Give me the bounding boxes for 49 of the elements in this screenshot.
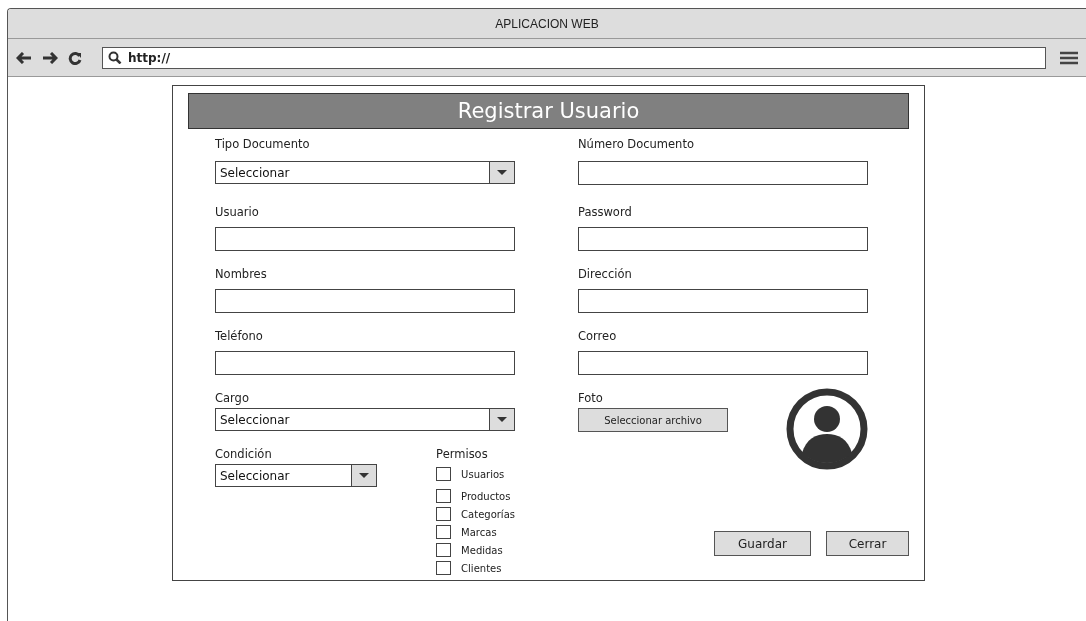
field-label: Dirección	[578, 267, 633, 281]
input-field[interactable]	[215, 351, 515, 375]
field-label: Permisos	[436, 447, 489, 461]
checkbox[interactable]	[436, 561, 452, 575]
dropdown[interactable]: Seleccionar	[215, 161, 515, 184]
dropdown[interactable]: Seleccionar	[215, 464, 378, 487]
back-arrow-icon[interactable]	[16, 51, 32, 64]
action-button[interactable]: Guardar	[714, 531, 811, 556]
checkbox[interactable]	[436, 467, 452, 481]
field-label: Teléfono	[215, 329, 264, 343]
choose-file-button[interactable]: Seleccionar archivo	[578, 408, 728, 432]
field-label: Correo	[578, 329, 618, 343]
menu-icon[interactable]	[1060, 50, 1078, 65]
field-label: Cargo	[215, 391, 250, 405]
field-label: Número Documento	[578, 137, 695, 151]
input-field[interactable]	[578, 351, 868, 375]
search-icon	[108, 51, 122, 64]
caret-icon	[359, 473, 370, 478]
caret-icon	[497, 417, 507, 422]
checkbox-option[interactable]: Usuarios	[436, 464, 515, 484]
caret-icon	[497, 170, 507, 175]
forward-arrow-icon[interactable]	[42, 51, 58, 64]
field-label: Tipo Documento	[215, 137, 311, 151]
input-field[interactable]	[215, 289, 515, 313]
checkbox-option[interactable]: Categorías	[436, 505, 515, 523]
action-button[interactable]: Cerrar	[826, 531, 909, 556]
field-label: Foto	[578, 391, 604, 405]
window-title: APLICACION WEB	[495, 16, 599, 31]
input-field[interactable]	[215, 227, 515, 251]
reload-icon[interactable]	[68, 50, 82, 65]
checkbox-option[interactable]: Medidas	[436, 541, 515, 559]
input-field[interactable]	[578, 161, 868, 185]
checkbox-option[interactable]: Marcas	[436, 523, 515, 541]
checkbox-option[interactable]: Productos	[436, 487, 515, 505]
checkbox[interactable]	[436, 489, 452, 503]
checkbox[interactable]	[436, 543, 452, 557]
dialog-title: Registrar Usuario	[457, 99, 640, 123]
field-label: Usuario	[215, 205, 260, 219]
user-avatar-icon	[785, 387, 869, 471]
dropdown[interactable]: Seleccionar	[215, 408, 515, 431]
field-label: Condición	[215, 447, 273, 461]
checkbox[interactable]	[436, 507, 452, 521]
input-field[interactable]	[578, 289, 868, 313]
address-bar[interactable]: http://	[102, 46, 1046, 69]
field-label: Nombres	[215, 267, 268, 281]
checkbox[interactable]	[436, 525, 452, 539]
field-label: Password	[578, 205, 633, 219]
checkbox-option[interactable]: Clientes	[436, 559, 515, 577]
input-field[interactable]	[578, 227, 868, 251]
